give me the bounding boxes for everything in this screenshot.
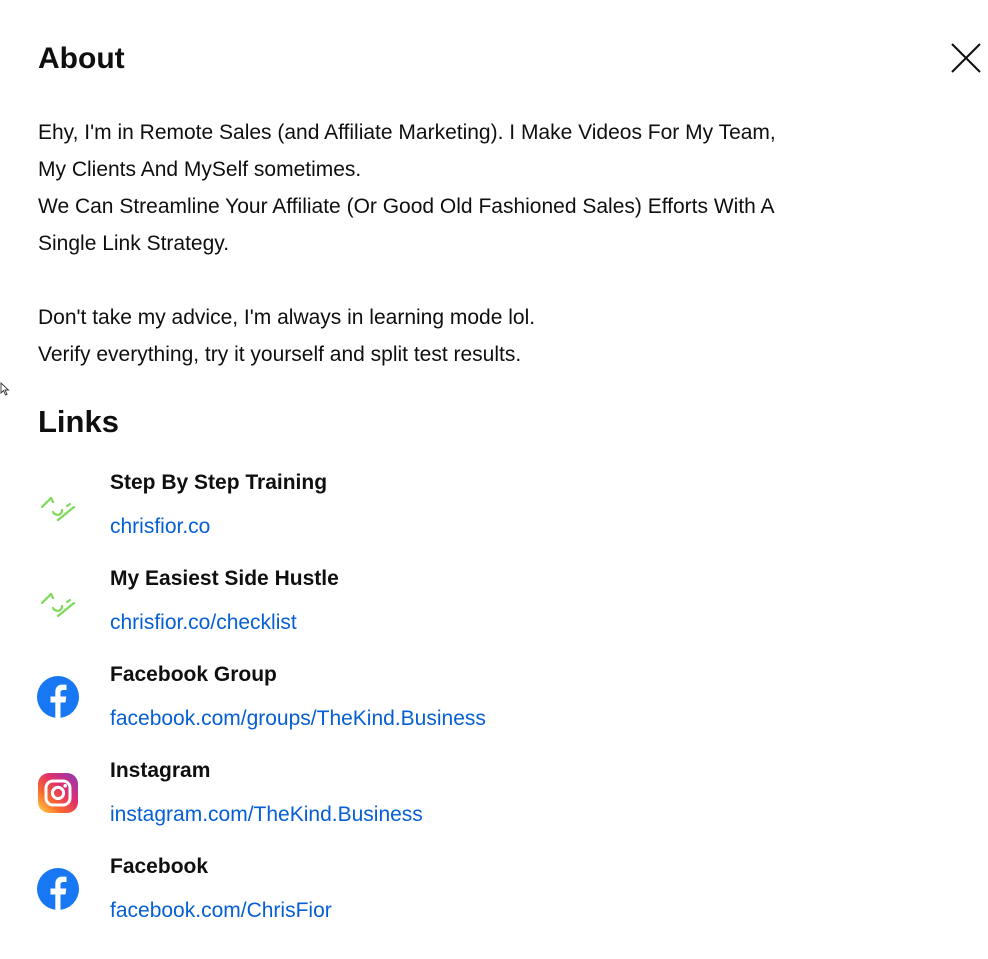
link-item-instagram[interactable]: Instagram instagram.com/TheKind.Business: [36, 750, 936, 846]
link-url[interactable]: facebook.com/ChrisFior: [110, 896, 332, 926]
link-title: Facebook Group: [110, 663, 277, 686]
link-title: Facebook: [110, 855, 209, 878]
link-site-icon: [40, 496, 76, 522]
link-item-my-easiest-side-hustle[interactable]: My Easiest Side Hustle chrisfior.co/chec…: [36, 558, 936, 654]
link-title: My Easiest Side Hustle: [110, 567, 339, 590]
link-url[interactable]: facebook.com/groups/TheKind.Business: [110, 704, 486, 734]
link-item-step-by-step-training[interactable]: Step By Step Training chrisfior.co: [36, 462, 936, 558]
links-list: Step By Step Training chrisfior.co My Ea…: [36, 462, 936, 942]
close-icon: [951, 43, 981, 73]
facebook-icon: [37, 868, 79, 910]
description-line: Single Link Strategy.: [38, 232, 230, 255]
description-blank-line: [38, 262, 948, 299]
description-line: Don't take my advice, I'm always in lear…: [38, 306, 536, 329]
mouse-cursor-icon: [0, 382, 10, 396]
facebook-icon: [37, 676, 79, 718]
instagram-icon: [38, 773, 78, 813]
about-heading: About: [38, 42, 125, 75]
description-line: Verify everything, try it yourself and s…: [38, 343, 522, 366]
description-line: We Can Streamline Your Affiliate (Or Goo…: [38, 195, 775, 218]
close-button[interactable]: [946, 38, 986, 78]
link-site-icon: [40, 592, 76, 618]
description-line: Ehy, I'm in Remote Sales (and Affiliate …: [38, 121, 776, 144]
link-title: Step By Step Training: [110, 471, 328, 494]
link-url[interactable]: instagram.com/TheKind.Business: [110, 800, 423, 830]
link-item-facebook[interactable]: Facebook facebook.com/ChrisFior: [36, 846, 936, 942]
link-url[interactable]: chrisfior.co: [110, 512, 210, 542]
link-item-facebook-group[interactable]: Facebook Group facebook.com/groups/TheKi…: [36, 654, 936, 750]
description-line: My Clients And MySelf sometimes.: [38, 158, 362, 181]
link-title: Instagram: [110, 759, 211, 782]
about-dialog: About Ehy, I'm in Remote Sales (and Affi…: [0, 0, 988, 959]
about-description: Ehy, I'm in Remote Sales (and Affiliate …: [38, 114, 948, 373]
link-url[interactable]: chrisfior.co/checklist: [110, 608, 297, 638]
links-heading: Links: [38, 404, 119, 439]
